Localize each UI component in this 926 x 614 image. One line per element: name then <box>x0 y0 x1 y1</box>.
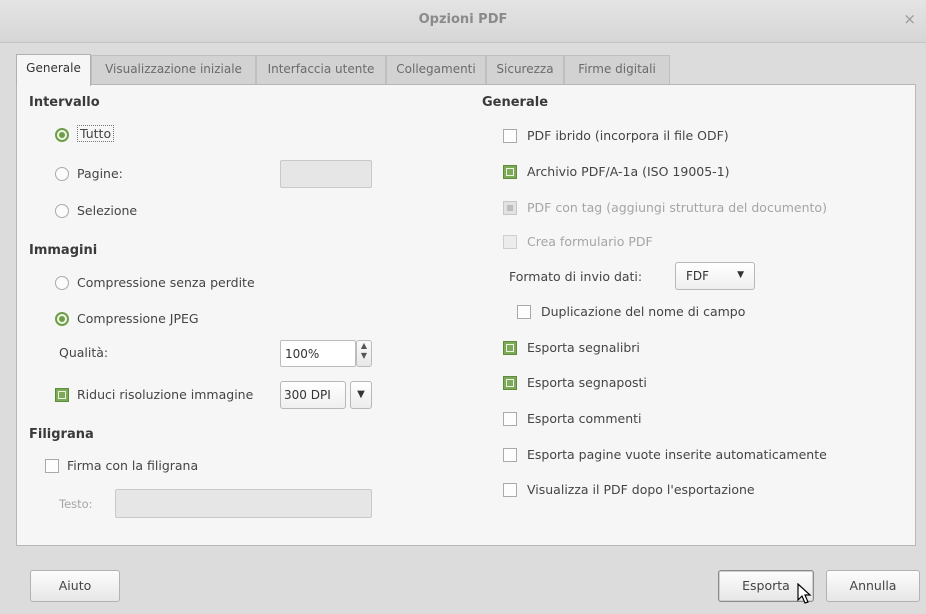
archive-pdfa-checkbox[interactable] <box>503 165 517 179</box>
quality-label: Qualità: <box>59 345 109 360</box>
tab-visualizzazione-iniziale[interactable]: Visualizzazione iniziale <box>91 55 256 84</box>
submit-format-value: FDF <box>686 269 710 283</box>
close-icon[interactable]: × <box>903 10 916 28</box>
duplicate-field-label[interactable]: Duplicazione del nome di campo <box>541 304 745 319</box>
radio-pagine-label[interactable]: Pagine: <box>77 166 123 181</box>
quality-input[interactable]: 100% <box>280 340 356 367</box>
dpi-select[interactable]: 300 DPI <box>280 381 346 409</box>
reduce-resolution-checkbox[interactable] <box>55 388 69 402</box>
hybrid-pdf-label[interactable]: PDF ibrido (incorpora il file ODF) <box>527 128 729 143</box>
export-blank-pages-label[interactable]: Esporta pagine vuote inserite automatica… <box>527 447 827 462</box>
filigrana-heading: Filigrana <box>29 427 94 442</box>
export-placeholders-checkbox[interactable] <box>503 376 517 390</box>
view-pdf-after-label[interactable]: Visualizza il PDF dopo l'esportazione <box>527 482 755 497</box>
tab-firme-digitali[interactable]: Firme digitali <box>564 55 670 84</box>
duplicate-field-checkbox[interactable] <box>517 305 531 319</box>
window-title: Opzioni PDF <box>418 12 508 27</box>
radio-selezione-label[interactable]: Selezione <box>77 203 137 218</box>
generale-heading: Generale <box>482 95 549 110</box>
tab-generale[interactable]: Generale <box>16 54 91 86</box>
immagini-heading: Immagini <box>29 243 98 258</box>
chevron-down-icon: ▼ <box>357 389 365 400</box>
tutto-text: Tutto <box>77 125 115 142</box>
pagine-input[interactable] <box>280 160 372 188</box>
chevron-down-icon: ▼ <box>737 270 744 280</box>
tab-sicurezza[interactable]: Sicurezza <box>486 55 564 84</box>
submit-format-select[interactable]: FDF ▼ <box>675 262 755 290</box>
create-form-label: Crea formulario PDF <box>527 234 653 249</box>
intervallo-heading: Intervallo <box>29 95 100 110</box>
watermark-text-input[interactable] <box>115 489 372 518</box>
cancel-button[interactable]: Annulla <box>826 570 920 602</box>
spin-up-icon[interactable]: ▲ <box>357 341 371 351</box>
watermark-checkbox[interactable] <box>45 459 59 473</box>
radio-tutto-label[interactable]: Tutto <box>77 125 115 142</box>
help-button[interactable]: Aiuto <box>30 570 120 602</box>
reduce-resolution-label[interactable]: Riduci risoluzione immagine <box>77 387 253 402</box>
tab-collegamenti[interactable]: Collegamenti <box>386 55 486 84</box>
export-placeholders-label[interactable]: Esporta segnaposti <box>527 375 647 390</box>
quality-spinner[interactable]: ▲ ▼ <box>356 340 372 367</box>
mouse-pointer-icon <box>797 583 812 604</box>
spin-down-icon[interactable]: ▼ <box>357 351 371 361</box>
view-pdf-after-checkbox[interactable] <box>503 483 517 497</box>
dpi-dropdown-button[interactable]: ▼ <box>350 381 372 409</box>
export-comments-checkbox[interactable] <box>503 412 517 426</box>
tagged-pdf-checkbox <box>503 201 517 215</box>
export-comments-label[interactable]: Esporta commenti <box>527 411 642 426</box>
radio-lossless-label[interactable]: Compressione senza perdite <box>77 275 255 290</box>
radio-compressione-jpeg[interactable] <box>55 312 69 326</box>
watermark-label[interactable]: Firma con la filigrana <box>67 458 198 473</box>
tagged-pdf-label: PDF con tag (aggiungi struttura del docu… <box>527 200 827 215</box>
title-bar: Opzioni PDF × <box>0 0 926 43</box>
options-panel: Intervallo Tutto Pagine: Selezione Immag… <box>16 84 916 546</box>
archive-pdfa-label[interactable]: Archivio PDF/A-1a (ISO 19005-1) <box>527 164 730 179</box>
dpi-value: 300 DPI <box>284 388 331 402</box>
submit-format-label: Formato di invio dati: <box>509 269 643 284</box>
tab-interfaccia-utente[interactable]: Interfaccia utente <box>256 55 386 84</box>
create-form-checkbox <box>503 235 517 249</box>
radio-tutto[interactable] <box>55 128 69 142</box>
radio-pagine[interactable] <box>55 167 69 181</box>
hybrid-pdf-checkbox[interactable] <box>503 129 517 143</box>
export-bookmarks-checkbox[interactable] <box>503 341 517 355</box>
export-blank-pages-checkbox[interactable] <box>503 448 517 462</box>
radio-selezione[interactable] <box>55 204 69 218</box>
watermark-text-label: Testo: <box>59 497 93 511</box>
radio-compressione-senza-perdite[interactable] <box>55 276 69 290</box>
export-bookmarks-label[interactable]: Esporta segnalibri <box>527 340 640 355</box>
radio-jpeg-label[interactable]: Compressione JPEG <box>77 311 199 326</box>
